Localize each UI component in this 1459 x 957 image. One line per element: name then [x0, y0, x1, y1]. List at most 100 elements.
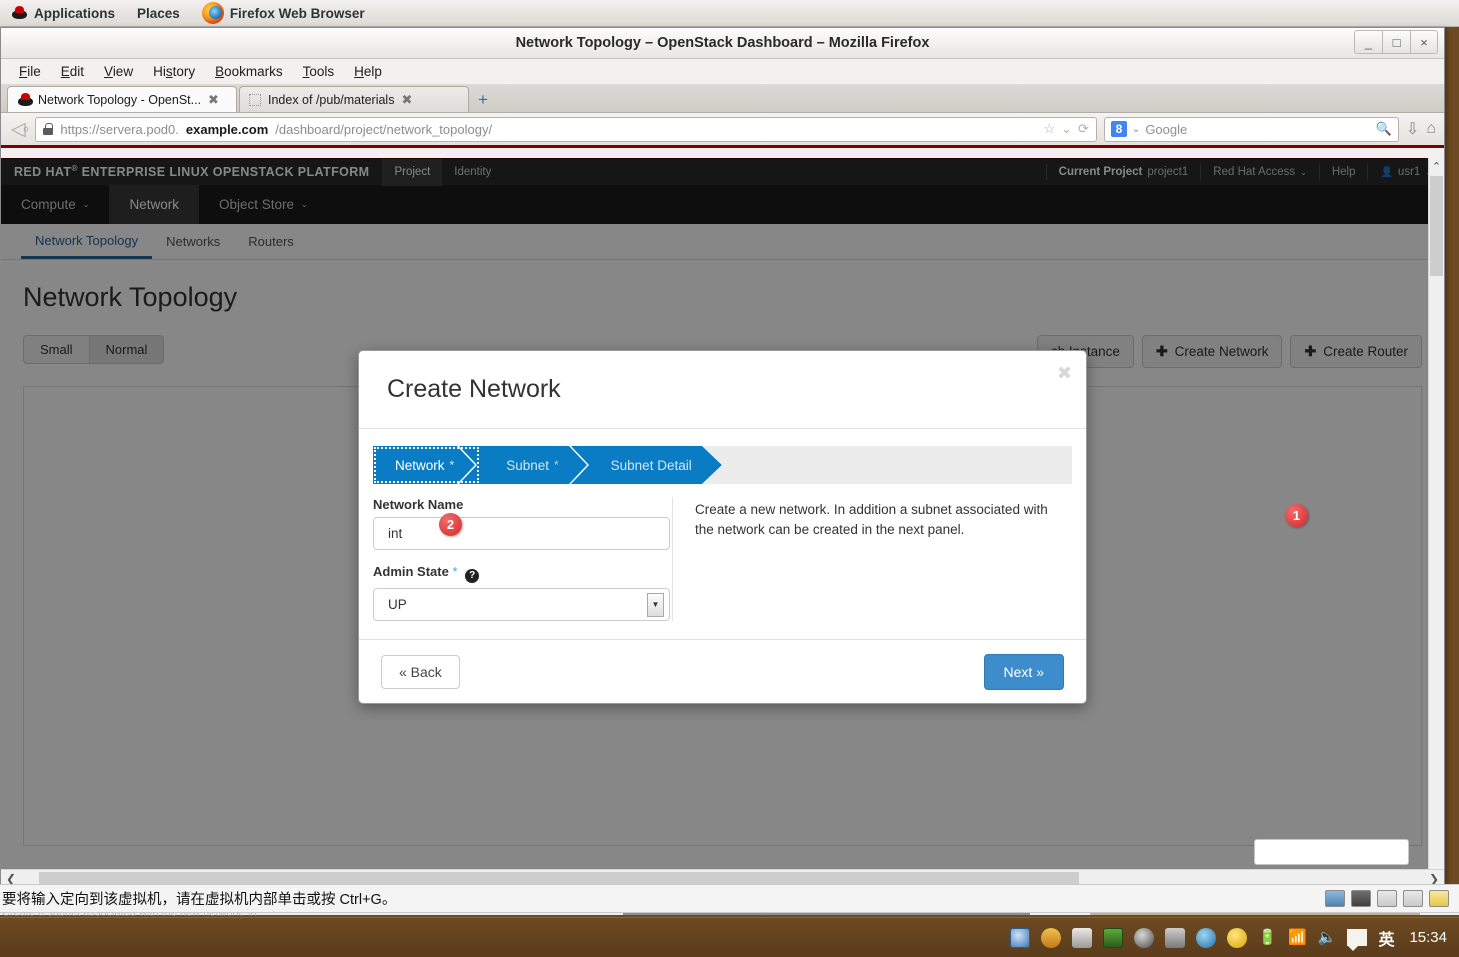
network-name-input[interactable]: int — [373, 517, 670, 550]
reload-icon[interactable]: ⟳ — [1078, 121, 1089, 137]
tab-label: Network Topology - OpenSt... — [38, 92, 202, 107]
close-icon[interactable]: ✖ — [1057, 363, 1072, 384]
vertical-scrollbar-thumb[interactable] — [1430, 176, 1443, 276]
required-star: * — [452, 564, 458, 579]
gnome-top-panel: Applications Places Firefox Web Browser — [0, 0, 1459, 27]
wizard-step-label: Subnet Detail — [610, 457, 692, 473]
tab-index-of-pub-materials[interactable]: Index of /pub/materials ✖ — [239, 86, 469, 112]
chevron-down-icon[interactable]: ⌄ — [1061, 121, 1072, 137]
create-network-modal: Create Network ✖ Network * Subnet * Subn… — [358, 350, 1087, 704]
nvidia-icon[interactable] — [1103, 927, 1124, 948]
wizard-step-required: * — [449, 458, 455, 472]
tab-close-icon[interactable]: ✖ — [208, 92, 219, 108]
network-icon[interactable] — [1351, 890, 1371, 907]
menu-help[interactable]: Help — [344, 61, 392, 82]
tab-close-icon[interactable]: ✖ — [401, 92, 412, 108]
network-name-label: Network Name — [373, 497, 464, 512]
menu-file[interactable]: FFileile — [9, 61, 51, 82]
modal-footer: « Back Next » — [359, 639, 1086, 703]
new-tab-button[interactable]: + — [471, 88, 495, 112]
downloads-icon[interactable]: ⇩ — [1406, 119, 1419, 139]
tab-bar: Network Topology - OpenSt... ✖ Index of … — [1, 84, 1444, 113]
wifi-icon[interactable]: 📶 — [1288, 930, 1307, 945]
copy-icon[interactable] — [1072, 927, 1093, 948]
admin-state-label: Admin State * ? — [373, 564, 658, 583]
page-viewport: RED HAT® ENTERPRISE LINUX OPENSTACK PLAT… — [1, 158, 1444, 887]
url-path: /dashboard/project/network_topology/ — [275, 121, 493, 137]
modal-header: Create Network ✖ — [359, 351, 1086, 429]
menu-bookmarks[interactable]: Bookmarks — [205, 61, 293, 82]
tab-label: Index of /pub/materials — [268, 92, 395, 107]
wizard-step-subnet-detail[interactable]: Subnet Detail — [584, 446, 723, 484]
disk-icon[interactable] — [1403, 890, 1423, 907]
search-input[interactable]: Google — [1145, 122, 1187, 137]
wizard-step-label: Subnet — [506, 457, 549, 473]
wizard-steps: Network * Subnet * Subnet Detail — [373, 446, 1072, 484]
browser-icon[interactable] — [1196, 927, 1217, 948]
vm-console-notice-icons — [1325, 890, 1459, 907]
chevron-down-icon[interactable]: ▼ — [647, 592, 664, 617]
red-hat-logo-icon — [11, 5, 28, 21]
volume-icon[interactable]: 🔈 — [1318, 930, 1337, 945]
navigation-toolbar: ◁◦ https://servera.pod0. example.com/dash… — [1, 113, 1444, 148]
system-tray: 🔋 📶 🔈 英 15:34 — [1010, 926, 1459, 951]
penguin-icon[interactable] — [1041, 927, 1062, 948]
wizard-step-required: * — [553, 458, 559, 472]
taskbar-clock[interactable]: 15:34 — [1405, 929, 1447, 946]
shield-icon[interactable] — [1134, 927, 1155, 948]
menu-edit[interactable]: Edit — [51, 61, 94, 82]
home-icon[interactable]: ⌂ — [1426, 120, 1436, 138]
tab-network-topology[interactable]: Network Topology - OpenSt... ✖ — [7, 86, 237, 112]
menu-tools[interactable]: Tools — [293, 61, 345, 82]
annotation-badge-2: 2 — [439, 513, 462, 536]
wizard-step-subnet[interactable]: Subnet * — [480, 446, 585, 484]
admin-state-select[interactable]: UP ▼ — [373, 587, 670, 621]
window-title: Network Topology – OpenStack Dashboard –… — [515, 35, 930, 51]
display-icon[interactable] — [1325, 890, 1345, 907]
ime-language-indicator[interactable]: 英 — [1378, 926, 1394, 950]
firefox-window-button[interactable]: Firefox Web Browser — [191, 0, 376, 27]
lock-icon — [43, 123, 54, 135]
google-engine-icon[interactable]: 8 — [1110, 121, 1127, 137]
firefox-window-label: Firefox Web Browser — [229, 5, 365, 21]
close-button[interactable]: × — [1410, 30, 1438, 54]
photo-viewer-icon[interactable] — [1010, 927, 1031, 948]
back-button[interactable]: « Back — [381, 654, 460, 689]
vertical-scrollbar[interactable]: ⌃ ⌄ — [1428, 158, 1444, 887]
battery-icon[interactable]: 🔋 — [1258, 930, 1277, 945]
partially-hidden-input[interactable] — [1254, 839, 1409, 865]
search-bar[interactable]: 8 ⌄ Google 🔍 — [1103, 116, 1399, 142]
menu-history[interactable]: History — [143, 61, 205, 82]
update-icon[interactable] — [1227, 927, 1248, 948]
places-menu[interactable]: Places — [126, 0, 191, 27]
wizard-step-network[interactable]: Network * — [373, 446, 481, 484]
places-menu-label: Places — [137, 5, 180, 21]
maximize-button[interactable]: □ — [1382, 30, 1410, 54]
next-button[interactable]: Next » — [983, 653, 1064, 690]
scroll-up-icon[interactable]: ⌃ — [1432, 158, 1441, 175]
vm-console-notice-bar: 要将输入定向到该虚拟机，请在虚拟机内部单击或按 Ctrl+G。 — [0, 884, 1459, 913]
modal-body: Network * Subnet * Subnet Detail Network… — [359, 429, 1086, 639]
search-icon[interactable]: 🔍 — [1376, 121, 1392, 137]
applications-menu-label: Applications — [34, 5, 116, 21]
notes-icon[interactable] — [1347, 929, 1368, 951]
f-app-icon[interactable] — [1165, 927, 1186, 948]
window-titlebar: Network Topology – OpenStack Dashboard –… — [1, 28, 1444, 59]
tab-favicon-icon — [17, 93, 33, 106]
wizard-step-label: Network — [395, 457, 445, 473]
folder-icon[interactable] — [1429, 890, 1449, 907]
admin-state-text: Admin State — [373, 564, 449, 579]
tab-favicon-placeholder-icon — [249, 93, 261, 106]
help-icon[interactable]: ? — [465, 568, 480, 583]
menu-bar: FFileile Edit View History Bookmarks Too… — [1, 59, 1444, 84]
back-forward-icon[interactable]: ◁◦ — [9, 118, 29, 141]
menu-view[interactable]: View — [94, 61, 143, 82]
address-bar[interactable]: https://servera.pod0. example.com/dashboa… — [35, 116, 1097, 142]
usb-icon[interactable] — [1377, 890, 1397, 907]
bookmark-star-icon[interactable]: ☆ — [1043, 121, 1055, 137]
openstack-dashboard: RED HAT® ENTERPRISE LINUX OPENSTACK PLAT… — [1, 158, 1444, 887]
applications-menu[interactable]: Applications — [0, 0, 126, 27]
chevron-down-icon[interactable]: ⌄ — [1132, 124, 1140, 135]
firefox-icon — [201, 2, 224, 24]
minimize-button[interactable]: _ — [1354, 30, 1382, 54]
